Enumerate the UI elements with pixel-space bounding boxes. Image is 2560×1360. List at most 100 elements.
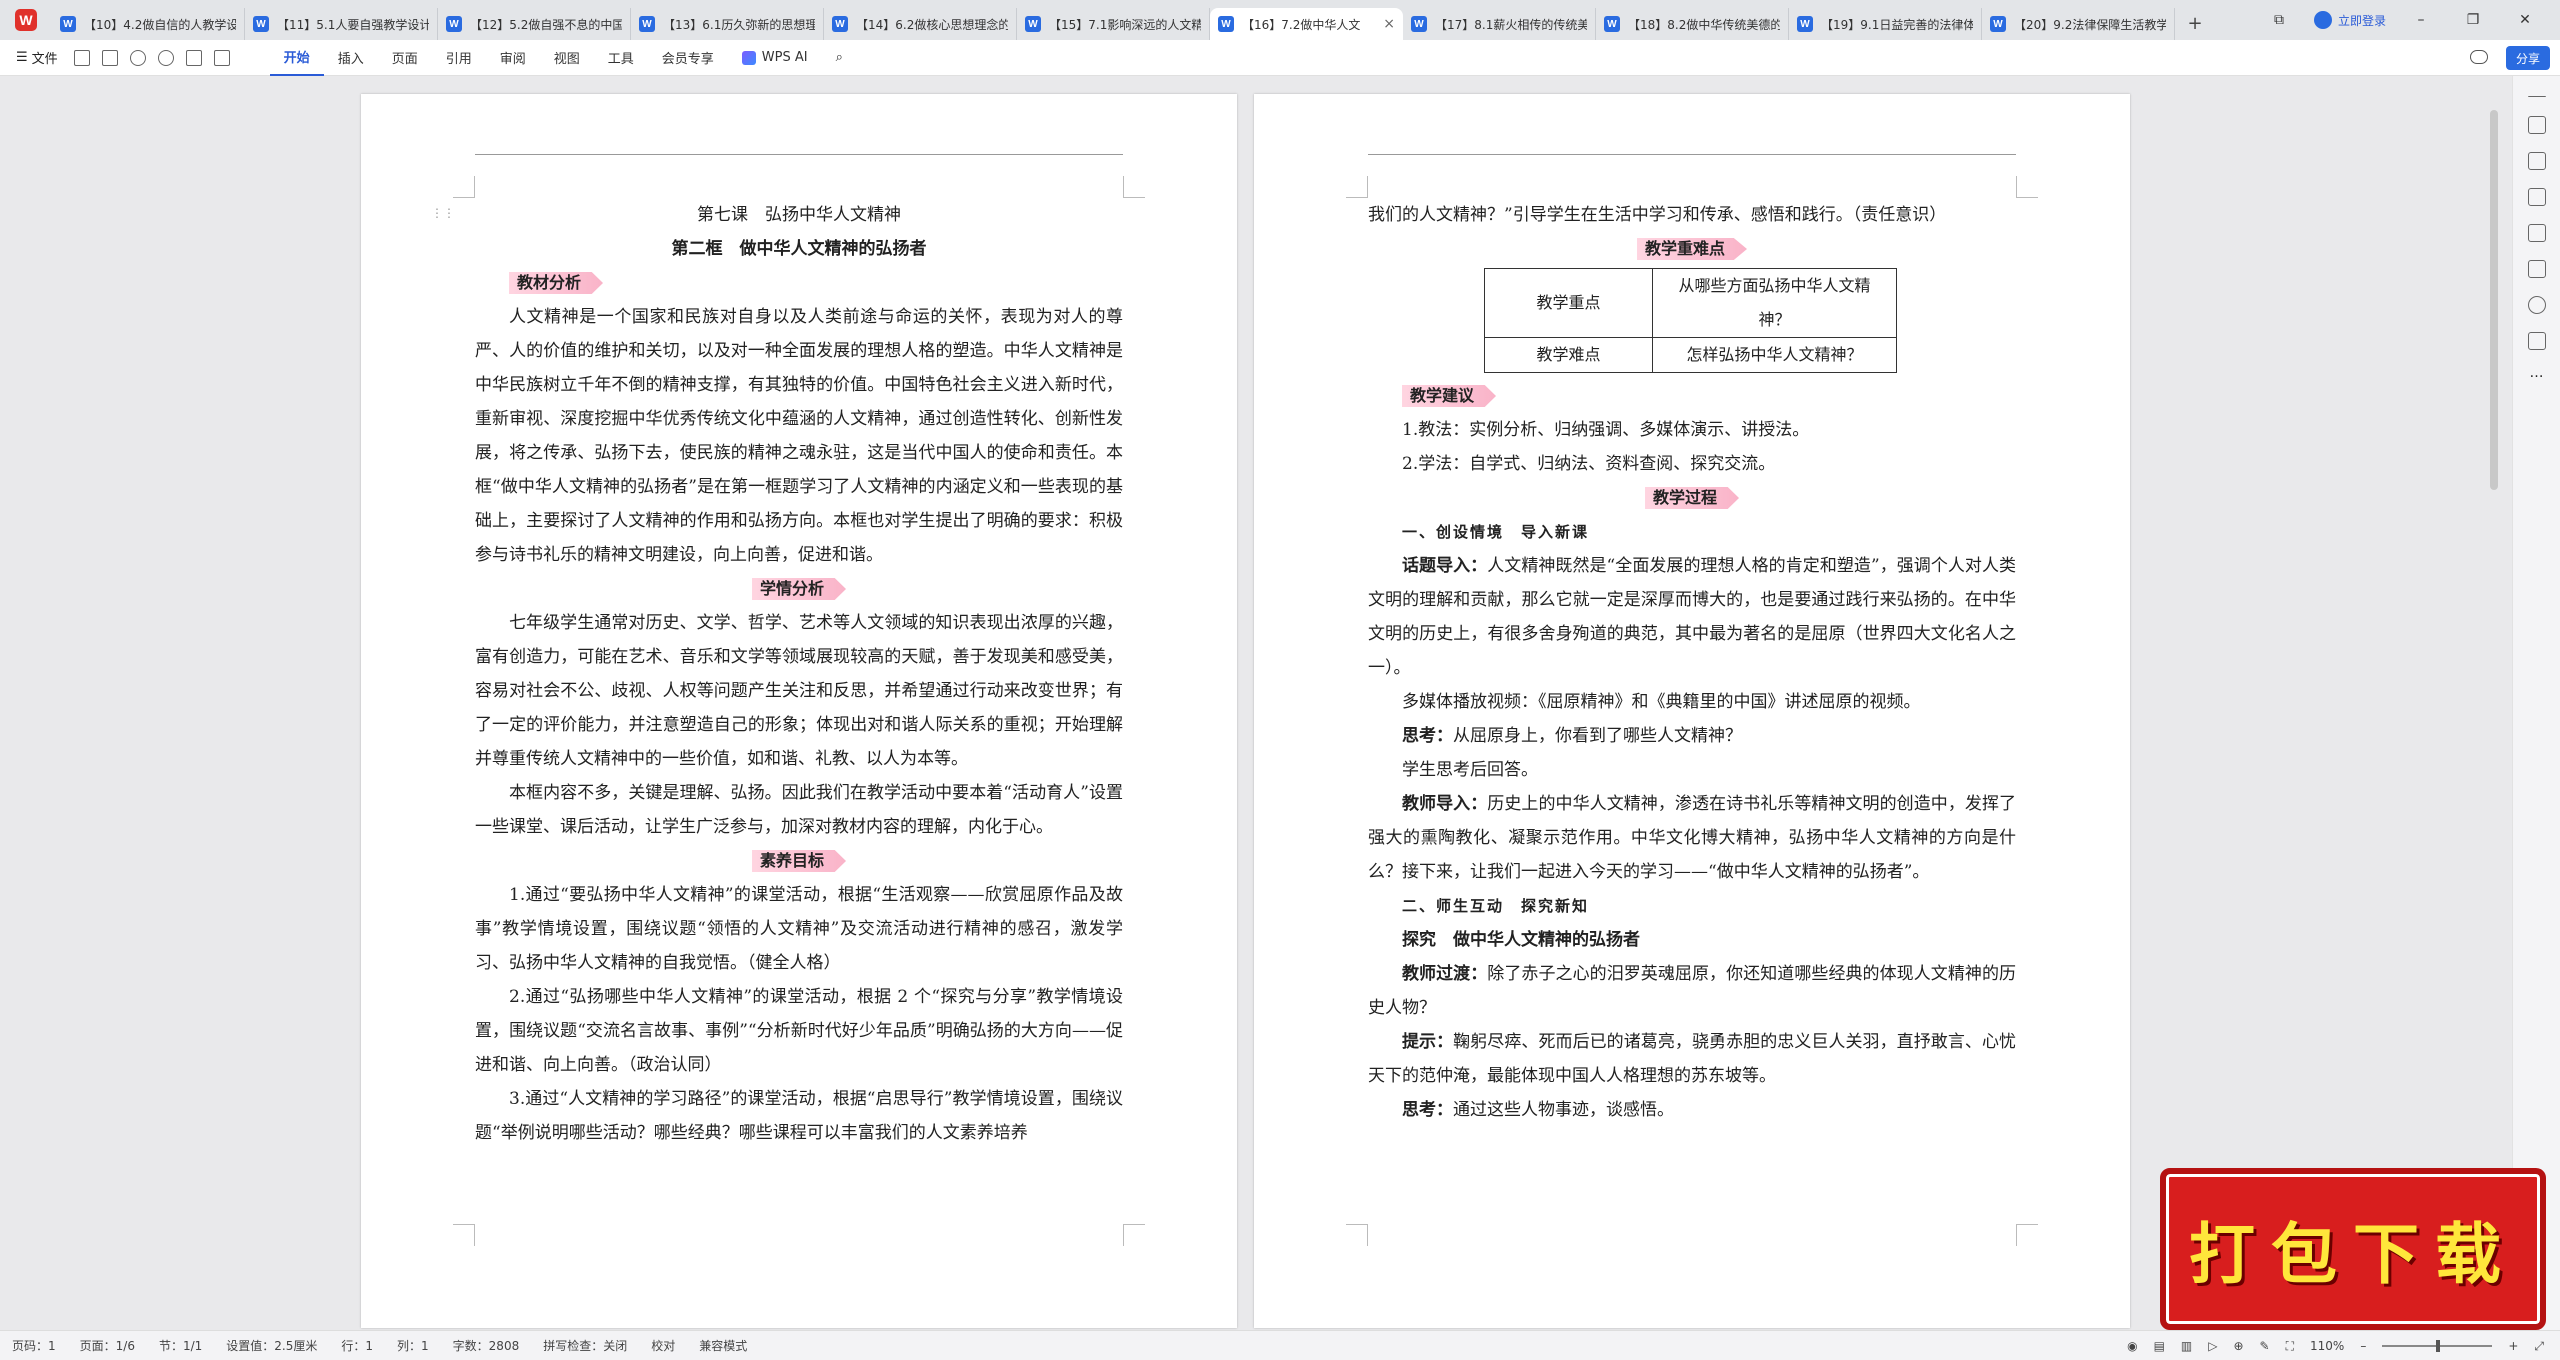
tab-title: 【14】6.2做核心思想理念的	[856, 17, 1008, 32]
print-icon[interactable]	[101, 49, 118, 66]
tab-page[interactable]: 页面	[378, 40, 432, 76]
header-rule	[475, 154, 1123, 155]
status-words[interactable]: 字数：2808	[441, 1337, 532, 1354]
cloud-sync-icon[interactable]	[2470, 50, 2488, 64]
status-page-code[interactable]: 页码：1	[0, 1337, 68, 1354]
doc-tab[interactable]: W 【15】7.1影响深远的人文精	[1017, 8, 1210, 40]
page-2-body[interactable]: 我们的人文精神？”引导学生在生活中学习和传承、感悟和践行。（责任意识） 教学重难…	[1368, 198, 2016, 1127]
doc-tab[interactable]: W 【12】5.2做自强不息的中国	[438, 8, 631, 40]
download-banner[interactable]: 打包下载	[2160, 1168, 2546, 1330]
export-pdf-icon[interactable]	[185, 49, 202, 66]
tab-home[interactable]: 开始	[269, 40, 324, 76]
tab-references[interactable]: 引用	[432, 40, 486, 76]
doc-tab[interactable]: W 【13】6.1历久弥新的思想理	[631, 8, 824, 40]
tab-title: 【10】4.2做自信的人教学设	[84, 17, 236, 32]
file-menu-label: 文件	[31, 52, 58, 67]
heading-row: 教学重难点	[1368, 232, 2016, 266]
minimize-icon[interactable]: –	[2404, 12, 2438, 28]
document-page-1[interactable]: ⋮⋮ 第七课 弘扬中华人文精神 第二框 做中华人文精神的弘扬者 教材分析 人文精…	[361, 94, 1237, 1328]
doc-tab-active[interactable]: W 【16】7.2做中华人文 ×	[1210, 8, 1403, 40]
wps-logo[interactable]: W	[0, 0, 52, 40]
close-tab-icon[interactable]: ×	[1383, 16, 1395, 32]
tab-tools[interactable]: 工具	[594, 40, 648, 76]
play-icon[interactable]: ▷	[2208, 1339, 2217, 1353]
file-menu[interactable]: ☰ 文件	[0, 48, 68, 67]
zoom-out-icon[interactable]: –	[2360, 1339, 2366, 1353]
doc-tab[interactable]: W 【19】9.1日益完善的法律体	[1789, 8, 1982, 40]
table-row: 教学难点 怎样弘扬中华人文精神？	[1484, 337, 1897, 373]
table-row: 教学重点 从哪些方面弘扬中华人文精神？	[1484, 268, 1897, 338]
eye-icon[interactable]: ◉	[2127, 1339, 2137, 1353]
doc-tab[interactable]: W 【11】5.1人要自强教学设计	[245, 8, 438, 40]
select-icon[interactable]	[2527, 152, 2546, 170]
tab-view[interactable]: 视图	[540, 40, 594, 76]
word-doc-icon: W	[1797, 16, 1813, 32]
save-icon[interactable]	[73, 49, 90, 66]
redo-icon[interactable]	[157, 49, 174, 66]
vertical-scrollbar[interactable]	[2490, 110, 2498, 490]
wps-logo-icon: W	[15, 9, 37, 31]
word-doc-icon: W	[253, 16, 269, 32]
edit-icon[interactable]: ✎	[2260, 1339, 2270, 1353]
help-icon[interactable]	[2527, 296, 2546, 314]
status-bar: 页码：1 页面：1/6 节：1/1 设置值：2.5厘米 行：1 列：1 字数：2…	[0, 1330, 2560, 1360]
status-section[interactable]: 节：1/1	[147, 1337, 214, 1354]
tab-insert[interactable]: 插入	[324, 40, 378, 76]
doc-tab[interactable]: W 【18】8.2做中华传统美德的	[1596, 8, 1789, 40]
status-row[interactable]: 行：1	[329, 1337, 385, 1354]
minus-icon[interactable]	[2527, 96, 2546, 98]
table-cell-key-label: 教学重点	[1484, 268, 1653, 338]
fit-icon[interactable]: ⛶	[2286, 1339, 2294, 1354]
tab-title: 【19】9.1日益完善的法律体	[1821, 17, 1973, 32]
more-icon[interactable]: …	[2528, 366, 2546, 386]
suggestion-1: 1.教法：实例分析、归纳强调、多媒体演示、讲授法。	[1402, 420, 1810, 440]
fullscreen-icon[interactable]: ⤢	[2534, 1339, 2544, 1354]
clipboard-icon[interactable]	[2527, 332, 2546, 350]
doc-tab[interactable]: W 【17】8.1薪火相传的传统美	[1403, 8, 1596, 40]
page-view-icon[interactable]: ▤	[2154, 1339, 2165, 1353]
drag-handle-icon[interactable]: ⋮⋮	[431, 206, 455, 220]
format-icon[interactable]	[2527, 188, 2546, 206]
tab-title: 【15】7.1影响深远的人文精	[1049, 17, 1201, 32]
tab-review[interactable]: 审阅	[486, 40, 540, 76]
status-spell[interactable]: 拼写检查：关闭	[531, 1337, 639, 1354]
status-col[interactable]: 列：1	[385, 1337, 441, 1354]
login-button[interactable]: 立即登录	[2313, 11, 2386, 29]
pen-icon[interactable]	[2527, 116, 2546, 134]
status-pages[interactable]: 页面：1/6	[68, 1337, 147, 1354]
label: 教师过渡：	[1402, 964, 1488, 984]
heading-key-points: 教学重难点	[1636, 238, 1747, 260]
doc-tab[interactable]: W 【14】6.2做核心思想理念的	[824, 8, 1017, 40]
new-tab-plus-icon[interactable]: +	[2175, 13, 2215, 34]
web-view-icon[interactable]: ⊕	[2233, 1339, 2243, 1353]
read-mode-icon[interactable]: ▥	[2181, 1339, 2192, 1353]
zoom-level[interactable]: 110%	[2310, 1339, 2344, 1353]
zoom-slider[interactable]	[2382, 1340, 2493, 1352]
status-setting[interactable]: 设置值：2.5厘米	[214, 1337, 329, 1354]
document-page-2[interactable]: 我们的人文精神？”引导学生在生活中学习和传承、感悟和践行。（责任意识） 教学重难…	[1254, 94, 2130, 1328]
undo-icon[interactable]	[129, 49, 146, 66]
share-button[interactable]: 分享	[2505, 46, 2550, 70]
wps-ai-label: WPS AI	[761, 50, 808, 65]
zoom-in-icon[interactable]: +	[2508, 1339, 2518, 1353]
tools-icon[interactable]	[2527, 260, 2546, 278]
section-subtitle: 第二框 做中华人文精神的弘扬者	[671, 239, 927, 259]
doc-tab[interactable]: W 【10】4.2做自信的人教学设	[52, 8, 245, 40]
doc-tab[interactable]: W 【20】9.2法律保障生活教学	[1982, 8, 2175, 40]
restore-icon[interactable]: ❐	[2456, 12, 2490, 28]
close-window-icon[interactable]: ✕	[2508, 12, 2542, 28]
ai-assist-icon[interactable]	[2527, 224, 2546, 242]
layout-icon[interactable]: ⧉	[2262, 12, 2296, 28]
page-1-body[interactable]: 第七课 弘扬中华人文精神 第二框 做中华人文精神的弘扬者 教材分析 人文精神是一…	[475, 198, 1123, 1150]
status-compat[interactable]: 兼容模式	[687, 1337, 759, 1354]
tab-title: 【18】8.2做中华传统美德的	[1628, 17, 1780, 32]
goal-3: 3.通过“人文精神的学习路径”的课堂活动，根据“启思导行”教学情境设置，围绕议题…	[475, 1089, 1123, 1143]
image-icon[interactable]	[213, 49, 230, 66]
table-cell-difficulty-label: 教学难点	[1484, 337, 1653, 373]
word-doc-icon: W	[446, 16, 462, 32]
wps-ai-button[interactable]: WPS AI	[728, 40, 822, 76]
status-proof[interactable]: 校对	[639, 1337, 687, 1354]
margin-mark	[453, 1224, 475, 1246]
search-icon[interactable]: ⌕	[822, 40, 857, 76]
tab-member[interactable]: 会员专享	[648, 40, 728, 76]
